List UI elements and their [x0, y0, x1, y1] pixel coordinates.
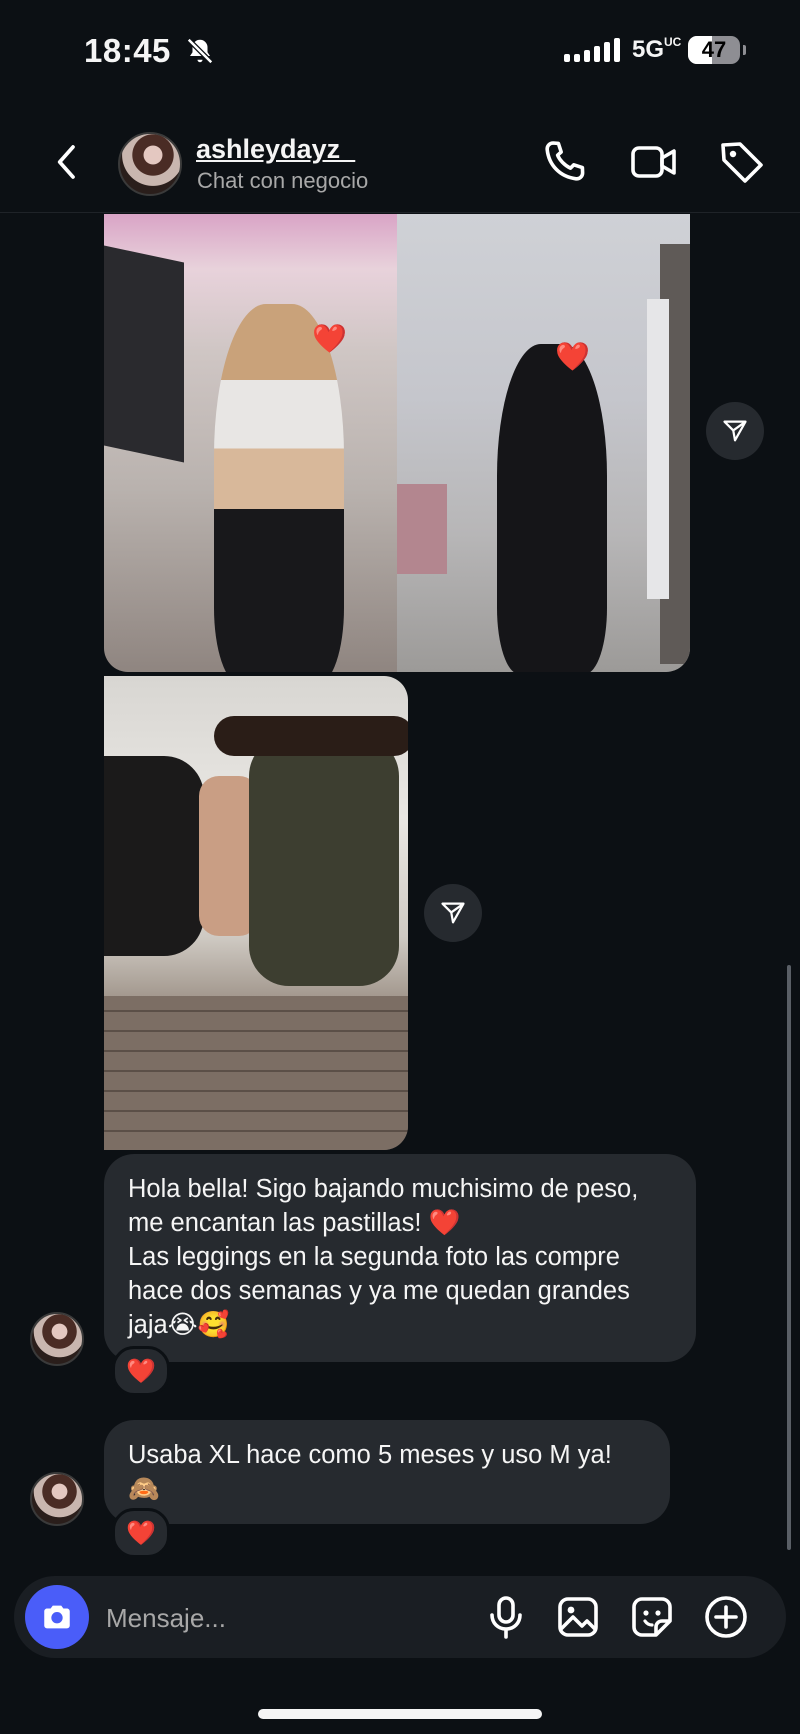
photo-panel: ❤️ [104, 214, 397, 672]
chat-subtitle: Chat con negocio [197, 168, 369, 193]
home-indicator[interactable] [258, 1709, 542, 1719]
battery-icon: 47 [688, 36, 746, 64]
message-composer [14, 1576, 786, 1660]
gallery-icon[interactable] [554, 1593, 602, 1641]
message-bubble[interactable]: Usaba XL hace como 5 meses y uso M ya! 🙈 [104, 1420, 670, 1524]
back-arrow-icon[interactable] [48, 140, 88, 184]
battery-level: 47 [701, 37, 727, 62]
username[interactable]: ashleydayz_ [196, 134, 355, 165]
tag-icon[interactable] [718, 138, 766, 186]
heart-sticker: ❤️ [312, 323, 347, 354]
message-reaction[interactable]: ❤️ [112, 1508, 170, 1558]
camera-icon [44, 1605, 70, 1629]
signal-icon [563, 38, 620, 62]
share-icon [441, 902, 465, 924]
avatar[interactable] [30, 1472, 84, 1526]
plus-icon[interactable] [702, 1593, 750, 1641]
video-icon[interactable] [630, 138, 678, 186]
microphone-icon[interactable] [482, 1593, 530, 1641]
photo-panel: ❤️ [397, 214, 690, 672]
share-icon [723, 420, 747, 442]
scrollbar[interactable] [787, 965, 791, 1550]
share-button[interactable] [706, 402, 764, 460]
chat-header: ashleydayz_ Chat con negocio [0, 110, 800, 213]
shared-photo[interactable] [104, 676, 408, 1150]
sticker-icon[interactable] [628, 1593, 676, 1641]
status-indicators: 5GUC 47 [563, 35, 746, 64]
message-reaction[interactable]: ❤️ [112, 1346, 170, 1396]
message-bubble[interactable]: Hola bella! Sigo bajando muchisimo de pe… [104, 1154, 696, 1362]
message-input[interactable] [104, 1576, 408, 1660]
shared-photo[interactable]: ❤️ ❤️ [104, 214, 690, 672]
network-label: 5GUC [631, 35, 682, 63]
heart-sticker: ❤️ [555, 341, 590, 372]
avatar[interactable] [30, 1312, 84, 1366]
avatar[interactable] [118, 132, 182, 196]
phone-icon[interactable] [540, 138, 588, 186]
status-time: 18:45 [84, 32, 215, 70]
bell-slash-icon [186, 37, 213, 65]
camera-button[interactable] [25, 1585, 89, 1649]
share-button[interactable] [424, 884, 482, 942]
